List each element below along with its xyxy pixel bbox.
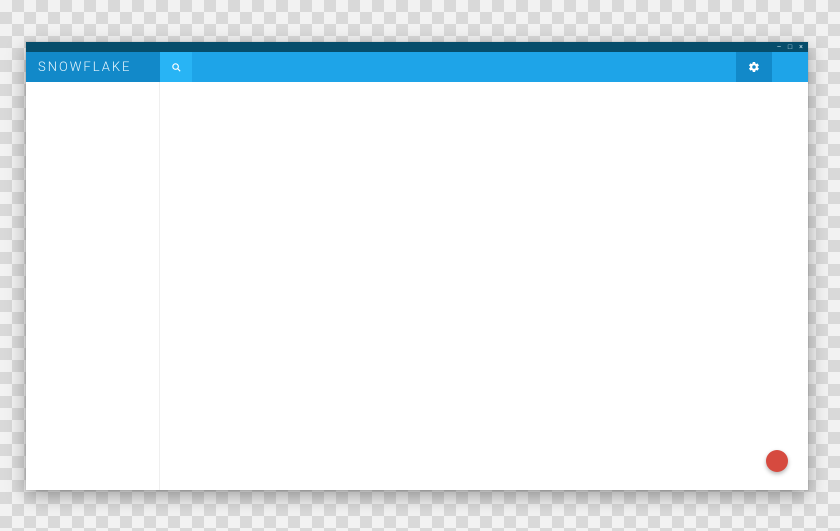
app-body xyxy=(26,82,808,490)
settings-button[interactable] xyxy=(736,52,772,82)
transparency-stage: – □ × SNOWFLAKE xyxy=(0,0,840,531)
header-tail xyxy=(772,52,808,82)
app-brand: SNOWFLAKE xyxy=(26,52,160,82)
sidebar xyxy=(26,82,160,490)
search-field-wrap xyxy=(192,52,736,82)
main-content xyxy=(160,82,808,490)
search-input[interactable] xyxy=(192,52,736,82)
gear-icon xyxy=(748,61,760,73)
window-minimize-button[interactable]: – xyxy=(775,43,783,51)
minimize-icon: – xyxy=(777,44,782,51)
os-titlebar: – □ × xyxy=(26,42,808,52)
fab-button[interactable] xyxy=(766,450,788,472)
app-header: SNOWFLAKE xyxy=(26,52,808,82)
maximize-icon: □ xyxy=(788,44,792,51)
close-icon: × xyxy=(799,44,803,51)
window-maximize-button[interactable]: □ xyxy=(786,43,794,51)
brand-label: SNOWFLAKE xyxy=(38,60,131,75)
search-icon xyxy=(171,62,182,73)
app-window: – □ × SNOWFLAKE xyxy=(26,42,808,490)
search-button[interactable] xyxy=(160,52,192,82)
window-close-button[interactable]: × xyxy=(797,43,805,51)
